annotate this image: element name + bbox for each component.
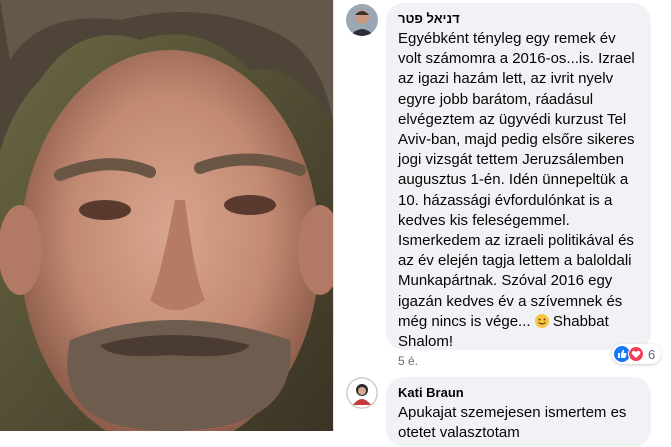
smile-emoji-icon xyxy=(534,313,549,328)
avatar-photo-icon xyxy=(346,377,378,409)
post-photo[interactable] xyxy=(0,0,333,431)
comment-text: Egyébként tényleg egy remek év volt szám… xyxy=(398,29,639,352)
love-icon xyxy=(628,346,644,362)
comment-author[interactable]: Kati Braun xyxy=(398,385,639,401)
comment-bubble: Kati Braun Apukajat szemejesen ismertem … xyxy=(386,377,651,447)
avatar[interactable] xyxy=(346,4,378,36)
comment-bubble: דניאל פטר Egyébként tényleg egy remek év… xyxy=(386,3,651,350)
avatar-photo-icon xyxy=(346,4,378,36)
avatar[interactable] xyxy=(346,377,378,409)
reactions-summary[interactable]: 6 xyxy=(612,344,662,364)
comment-timestamp[interactable]: 5 é. xyxy=(398,354,418,368)
comment-author[interactable]: דניאל פטר xyxy=(398,11,639,27)
comment-body: Egyébként tényleg egy remek év volt szám… xyxy=(398,30,635,330)
comment-text: Apukajat szemejesen ismertem es otetet v… xyxy=(398,404,627,442)
reaction-count: 6 xyxy=(648,346,656,362)
man-portrait-image xyxy=(0,0,333,431)
